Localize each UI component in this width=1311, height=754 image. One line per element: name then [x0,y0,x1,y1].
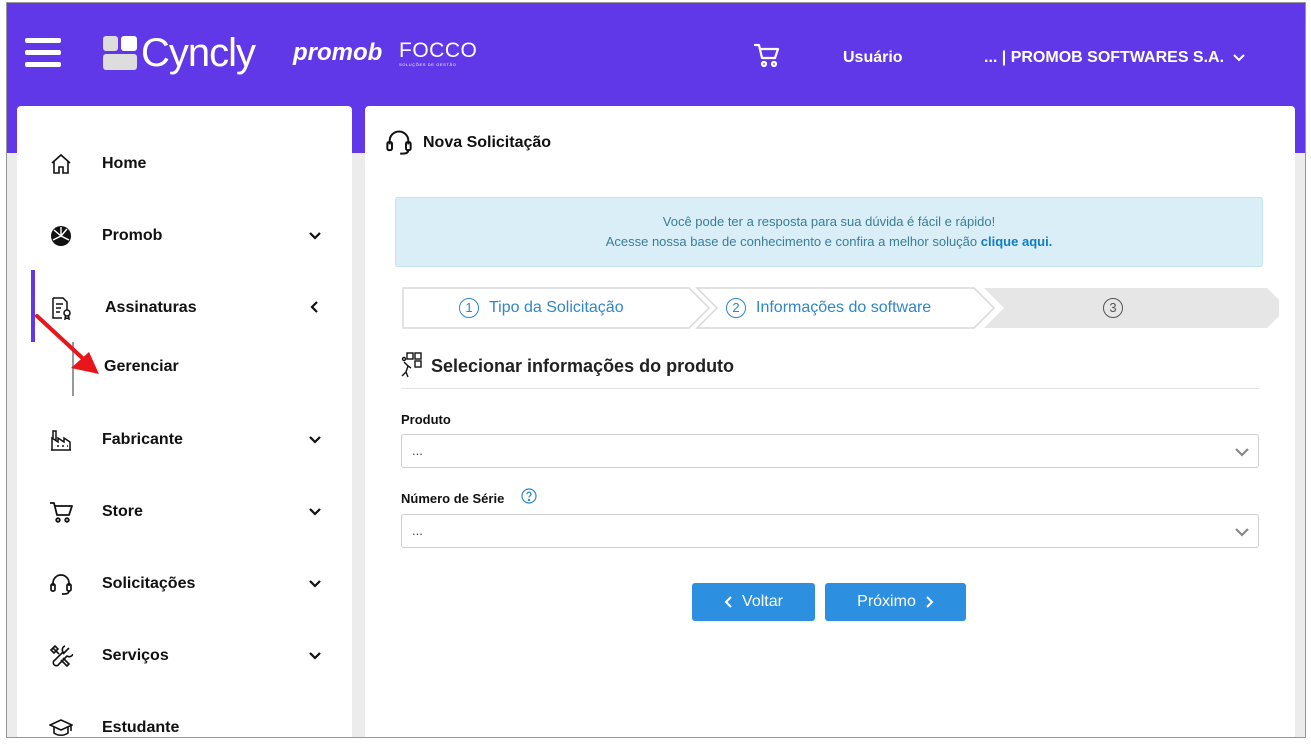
app-window: Cyncly promob FOCCO SOLUÇÕES DE GESTÃO U… [6,2,1306,738]
serie-select[interactable]: ... [401,514,1259,548]
cyncly-logo-icon [103,36,137,70]
focco-logo: FOCCO SOLUÇÕES DE GESTÃO [399,39,478,67]
step-number: 2 [726,298,746,318]
sidebar-item-label: Store [102,503,143,520]
sidebar-item-servicos[interactable]: Serviços [17,632,352,680]
cyncly-logo[interactable]: Cyncly [103,31,256,75]
graduation-cap-icon [49,719,73,737]
divider [401,388,1259,389]
step-3: 3 [1103,298,1133,318]
annotation-arrow-icon [35,314,99,374]
produto-select[interactable]: ... [401,434,1259,468]
sidebar-item-label: Serviços [102,647,169,664]
promob-icon [51,226,71,246]
step-label: Informações do software [756,299,932,316]
info-banner: Você pode ter a resposta para sua dúvida… [395,197,1263,267]
step-2[interactable]: 2 Informações do software [726,298,931,318]
sidebar-item-label: Fabricante [102,431,183,448]
chevron-left-icon [310,301,318,313]
produto-value: ... [412,443,423,458]
sidebar-item-store[interactable]: Store [17,488,352,536]
user-menu[interactable]: Usuário [843,49,903,67]
sidebar-item-label: Assinaturas [105,299,197,316]
stepper: 1 Tipo da Solicitação 2 Informações do s… [399,286,1279,330]
sidebar-item-promob[interactable]: Promob [17,212,352,260]
chevron-down-icon [309,436,321,444]
sidebar-item-label: Estudante [102,719,180,736]
brand-name: Cyncly [141,31,256,75]
back-button[interactable]: Voltar [692,583,815,621]
help-icon[interactable] [521,488,537,504]
info-line-1: Você pode ter a resposta para sua dúvida… [662,214,996,229]
promob-logo: promob [293,39,383,66]
chevron-down-icon [1235,528,1249,537]
step-label: Tipo da Solicitação [489,299,624,316]
headset-icon [50,574,72,595]
next-button[interactable]: Próximo [825,583,966,621]
sidebar-item-home[interactable]: Home [17,140,352,188]
chevron-left-icon [724,596,732,608]
home-icon [51,153,71,174]
chevron-down-icon [309,580,321,588]
company-label: ... | PROMOB SOFTWARES S.A. [984,49,1225,66]
chevron-down-icon [309,652,321,660]
factory-icon [51,430,71,451]
next-button-label: Próximo [857,593,916,610]
sidebar-item-estudante[interactable]: Estudante [17,704,352,737]
chevron-down-icon [1233,54,1245,62]
header: Cyncly promob FOCCO SOLUÇÕES DE GESTÃO U… [7,3,1305,107]
page-title: Nova Solicitação [423,134,552,151]
company-selector[interactable]: ... | PROMOB SOFTWARES S.A. [984,49,1246,67]
chevron-down-icon [1235,448,1249,457]
sidebar-item-label: Promob [102,227,163,244]
sidebar-item-label: Home [102,155,147,172]
sidebar-item-fabricante[interactable]: Fabricante [17,416,352,464]
step-number: 3 [1103,298,1123,318]
headset-icon [386,130,412,155]
step-1[interactable]: 1 Tipo da Solicitação [459,298,624,318]
info-line-2: Acesse nossa base de conhecimento e conf… [605,234,1053,249]
knowledge-base-link[interactable]: clique aqui. [981,234,1053,249]
menu-icon[interactable] [25,38,61,68]
section-title: Selecionar informações do produto [431,356,735,376]
chevron-down-icon [309,508,321,516]
produto-label: Produto [401,412,451,427]
serie-value: ... [412,523,423,538]
chevron-right-icon [926,596,934,608]
main-panel: Nova Solicitação Você pode ter a respost… [365,106,1295,737]
tools-icon [49,644,73,668]
cart-icon [50,502,73,523]
sidebar-item-solicitacoes[interactable]: Solicitações [17,560,352,608]
sidebar-item-label: Solicitações [102,575,196,592]
sidebar: Home Promob Assinaturas Gerenciar Fabric… [17,106,352,737]
serie-label: Número de Série [401,491,505,506]
sidebar-subitem-gerenciar[interactable]: Gerenciar [104,358,179,376]
chevron-down-icon [309,232,321,240]
cart-icon[interactable] [753,41,781,69]
step-number: 1 [459,298,479,318]
product-selection-icon [401,352,422,378]
back-button-label: Voltar [742,593,783,610]
